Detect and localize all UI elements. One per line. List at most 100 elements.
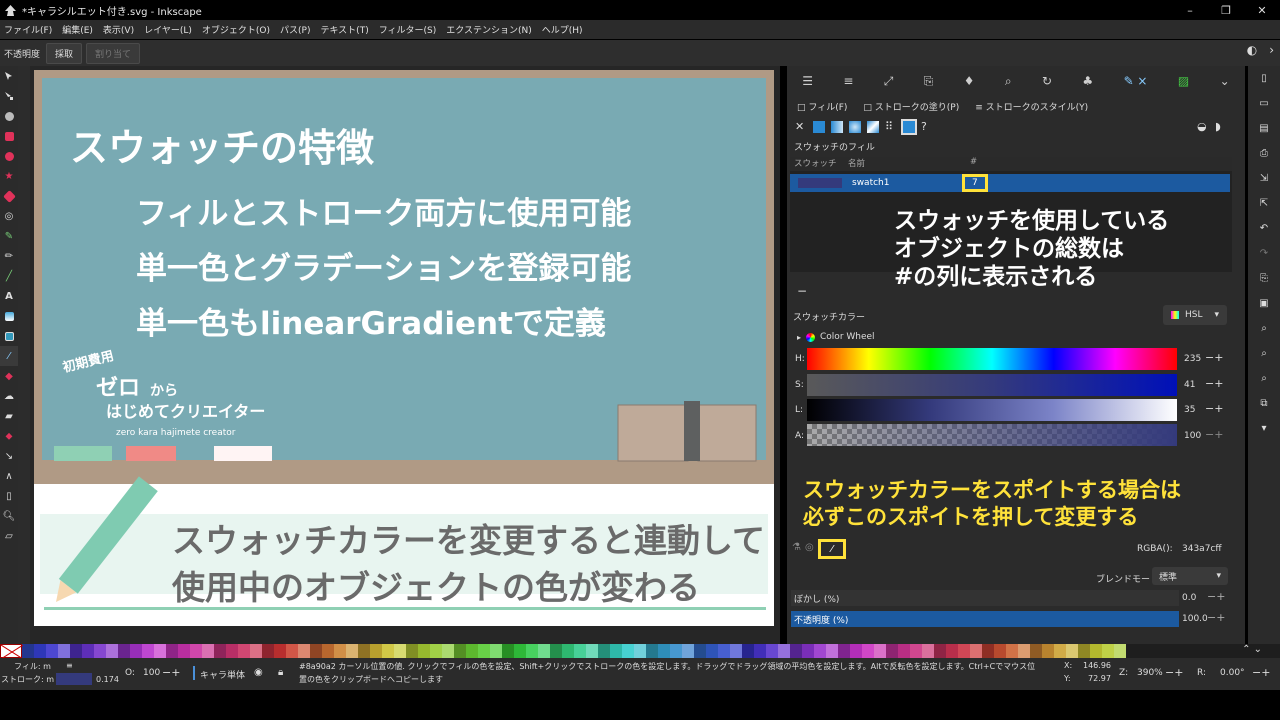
blur-value[interactable]: 0.0 <box>1182 593 1196 603</box>
palette-swatch[interactable] <box>202 644 214 658</box>
palette-swatch[interactable] <box>874 644 886 658</box>
palette-swatch[interactable] <box>646 644 658 658</box>
palette-swatch[interactable] <box>514 644 526 658</box>
palette-swatch[interactable] <box>982 644 994 658</box>
palette-swatch[interactable] <box>358 644 370 658</box>
palette-swatch[interactable] <box>178 644 190 658</box>
palette-swatch[interactable] <box>1018 644 1030 658</box>
palette-swatch[interactable] <box>190 644 202 658</box>
l-value[interactable]: 35 <box>1184 405 1195 415</box>
s-stepper[interactable]: −+ <box>1205 377 1223 390</box>
find-dock-icon[interactable]: ⌕ <box>1005 74 1012 89</box>
zoom-page-icon[interactable]: ⌕ <box>1248 366 1280 391</box>
new-doc-icon[interactable]: ▯ <box>1248 66 1280 91</box>
palette-swatch[interactable] <box>1078 644 1090 658</box>
palette-swatch[interactable] <box>250 644 262 658</box>
palette-swatch[interactable] <box>46 644 58 658</box>
spiral-tool-icon[interactable]: ◎ <box>0 206 18 226</box>
pattern-icon[interactable]: ⠿ <box>885 121 897 133</box>
palette-swatch[interactable] <box>922 644 934 658</box>
opacity-o-stepper[interactable]: −+ <box>162 666 180 679</box>
palette-swatch[interactable] <box>346 644 358 658</box>
pen-tool-icon[interactable]: ✎ <box>0 226 18 246</box>
rotation-value[interactable]: 0.00° <box>1220 668 1245 678</box>
palette-swatch[interactable] <box>946 644 958 658</box>
palette-swatch[interactable] <box>718 644 730 658</box>
history-dock-icon[interactable]: ↻ <box>1042 74 1052 88</box>
pan-tool-icon[interactable]: ▱ <box>0 526 18 546</box>
palette-swatch[interactable] <box>658 644 670 658</box>
stroke-width-value[interactable]: 0.174 <box>96 675 119 684</box>
palette-swatch[interactable] <box>226 644 238 658</box>
palette-swatch[interactable] <box>958 644 970 658</box>
palette-swatch[interactable] <box>1006 644 1018 658</box>
palette-swatch[interactable] <box>862 644 874 658</box>
palette-swatch[interactable] <box>802 644 814 658</box>
stroke-color-swatch[interactable] <box>56 673 92 685</box>
palette-swatch[interactable] <box>118 644 130 658</box>
palette-swatch[interactable] <box>262 644 274 658</box>
palette-swatch[interactable] <box>310 644 322 658</box>
fill-stroke-dock-icon[interactable]: ✎ × <box>1124 74 1148 88</box>
fill-rule-evenodd-icon[interactable]: ◒ <box>1197 120 1207 133</box>
palette-swatch[interactable] <box>82 644 94 658</box>
more-commands-icon[interactable]: ▾ <box>1248 416 1280 441</box>
paste-icon[interactable]: ▣ <box>1248 291 1280 316</box>
palette-swatch[interactable] <box>334 644 346 658</box>
layer-visibility-icon[interactable]: ◉ <box>254 667 263 678</box>
palette-swatch[interactable] <box>1090 644 1102 658</box>
objects-dock-icon[interactable]: ≡ <box>843 74 853 88</box>
text-tool-icon[interactable]: A <box>0 286 18 306</box>
zoom-selection-icon[interactable]: ⌕ <box>1248 316 1280 341</box>
menu-file[interactable]: ファイル(F) <box>4 23 52 36</box>
palette-swatch[interactable] <box>790 644 802 658</box>
palette-swatch[interactable] <box>106 644 118 658</box>
swatch-row[interactable]: swatch1 7 <box>790 174 1230 192</box>
pick-button[interactable]: 採取 <box>46 42 83 64</box>
lightness-slider[interactable] <box>807 399 1177 421</box>
palette-swatch[interactable] <box>838 644 850 658</box>
swatch-dropper-button[interactable]: ⁄ <box>818 539 846 559</box>
save-icon[interactable]: ▤ <box>1248 116 1280 141</box>
no-paint-icon[interactable]: ✕ <box>795 121 807 133</box>
spray-tool-icon[interactable]: ☁ <box>0 386 18 406</box>
redo-icon[interactable]: ↷ <box>1248 241 1280 266</box>
palette-swatch[interactable] <box>1102 644 1114 658</box>
import-icon[interactable]: ⇲ <box>1248 166 1280 191</box>
mesh-gradient-icon[interactable] <box>867 121 879 133</box>
minimize-button[interactable]: – <box>1172 0 1208 20</box>
palette-swatch[interactable] <box>598 644 610 658</box>
menu-filter[interactable]: フィルター(S) <box>379 23 437 36</box>
rect-tool-icon[interactable] <box>0 126 18 146</box>
palette-swatch[interactable] <box>34 644 46 658</box>
palette-swatch[interactable] <box>586 644 598 658</box>
palette-swatch[interactable] <box>622 644 634 658</box>
linear-gradient-icon[interactable] <box>831 121 843 133</box>
palette-swatch[interactable] <box>430 644 442 658</box>
palette-swatch[interactable] <box>490 644 502 658</box>
layer-lock-icon[interactable]: 🔒︎ <box>278 667 283 678</box>
remove-swatch-icon[interactable]: − <box>797 284 807 298</box>
alpha-slider[interactable] <box>807 424 1177 446</box>
maximize-button[interactable]: ❐ <box>1208 0 1244 20</box>
palette-swatch[interactable] <box>730 644 742 658</box>
palette-swatch[interactable] <box>562 644 574 658</box>
blur-stepper[interactable]: −+ <box>1207 590 1225 603</box>
zoom-stepper[interactable]: −+ <box>1165 666 1183 679</box>
h-value[interactable]: 235 <box>1184 354 1201 364</box>
palette-swatch[interactable] <box>94 644 106 658</box>
palette-swatch[interactable] <box>166 644 178 658</box>
menu-view[interactable]: 表示(V) <box>103 23 134 36</box>
menu-layer[interactable]: レイヤー(L) <box>144 23 192 36</box>
palette-swatch[interactable] <box>130 644 142 658</box>
unset-paint-icon[interactable]: ? <box>921 121 933 133</box>
palette-swatch[interactable] <box>274 644 286 658</box>
swatch-name[interactable]: swatch1 <box>852 178 962 188</box>
palette-swatch[interactable] <box>526 644 538 658</box>
palette-swatch[interactable] <box>1066 644 1078 658</box>
assign-button[interactable]: 割り当て <box>86 42 141 64</box>
palette-swatch[interactable] <box>394 644 406 658</box>
radial-gradient-icon[interactable] <box>849 121 861 133</box>
palette-swatch[interactable] <box>502 644 514 658</box>
no-color-swatch[interactable] <box>0 644 23 659</box>
